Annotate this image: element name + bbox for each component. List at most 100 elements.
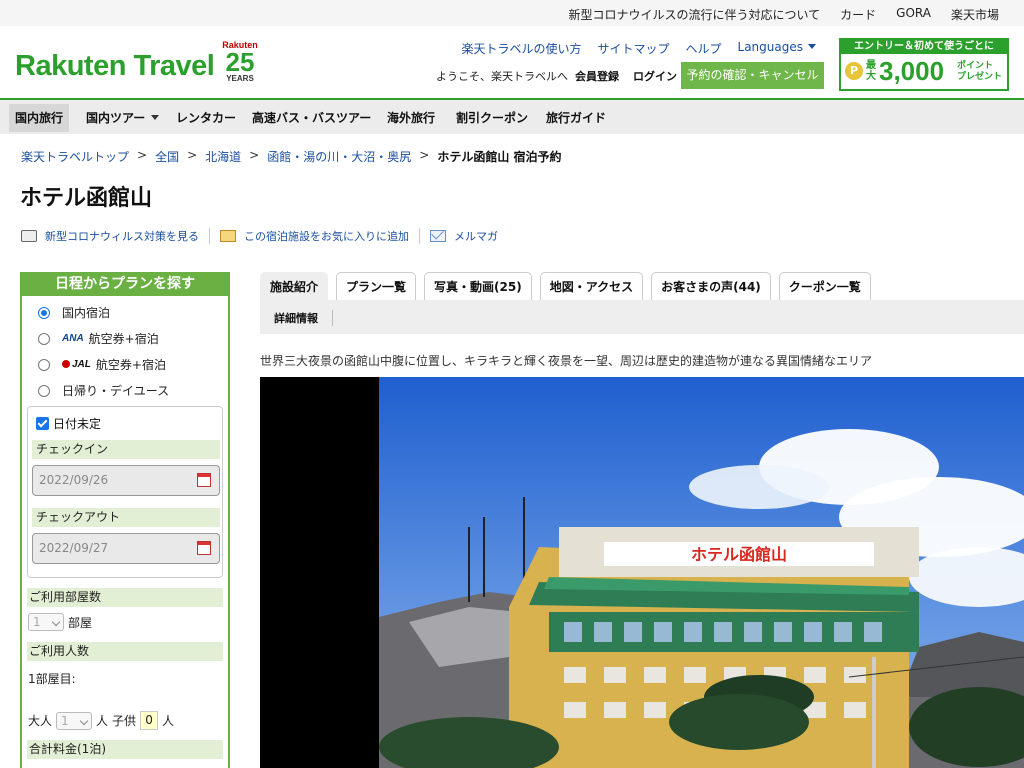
calendar-icon[interactable] bbox=[197, 473, 211, 487]
breadcrumb-separator: > bbox=[137, 148, 148, 162]
covid-notice-link[interactable]: 新型コロナウイルスの流行に伴う対応について bbox=[559, 6, 831, 23]
subtab-bar: 詳細情報 bbox=[260, 300, 1024, 334]
rakuten-travel-logo[interactable]: Rakuten Travel bbox=[15, 50, 215, 83]
sitemap-link[interactable]: サイトマップ bbox=[589, 40, 677, 57]
covid-measures-link[interactable]: 新型コロナウィルス対策を見る bbox=[21, 228, 210, 244]
radio-label: 航空券+宿泊 bbox=[95, 358, 166, 372]
anniversary-25-logo: Rakuten 25 YEARS bbox=[222, 40, 258, 88]
help-link[interactable]: ヘルプ bbox=[678, 40, 730, 57]
breadcrumb-separator: > bbox=[419, 148, 430, 162]
newsletter-link[interactable]: メルマガ bbox=[420, 228, 508, 244]
promo-points: ポイント プレゼント bbox=[957, 61, 1003, 82]
rooms-unit: 部屋 bbox=[68, 615, 93, 630]
plan-search-sidebar: 日程からプランを探す 国内宿泊 ANA 航空券+宿泊 JAL 航空券+宿泊 日帰… bbox=[20, 272, 230, 768]
people-label: ご利用人数 bbox=[27, 642, 223, 661]
radio-label: 航空券+宿泊 bbox=[88, 332, 159, 346]
checkin-date-value: 2022/09/26 bbox=[39, 473, 109, 487]
mail-icon bbox=[430, 230, 446, 242]
printer-icon bbox=[21, 230, 37, 242]
adult-label: 大人 bbox=[28, 714, 53, 728]
global-nav: 国内旅行 国内ツアー レンタカー 高速バス・バスツアー 海外旅行 割引クーポン … bbox=[0, 98, 1024, 134]
anniv-number: 25 bbox=[225, 47, 255, 77]
card-link[interactable]: カード bbox=[830, 6, 886, 23]
promo-headline: エントリー＆初めて使うごとに bbox=[841, 40, 1007, 54]
breadcrumb-hokkaido[interactable]: 北海道 bbox=[205, 148, 241, 165]
nav-highway-bus[interactable]: 高速バス・バスツアー bbox=[246, 104, 377, 132]
how-to-use-link[interactable]: 楽天トラベルの使い方 bbox=[453, 40, 589, 57]
nav-travel-guide[interactable]: 旅行ガイド bbox=[540, 104, 612, 132]
nav-domestic-travel[interactable]: 国内旅行 bbox=[9, 104, 70, 132]
radio-jal-flight-stay[interactable]: JAL 航空券+宿泊 bbox=[38, 356, 166, 373]
date-undecided-label: 日付未定 bbox=[53, 417, 102, 431]
radio-button[interactable] bbox=[38, 358, 50, 371]
date-undecided-checkbox[interactable]: 日付未定 bbox=[36, 415, 101, 432]
tab-facility-intro[interactable]: 施設紹介 bbox=[260, 272, 329, 300]
breadcrumb-separator: > bbox=[187, 148, 198, 162]
radio-label: 日帰り・デイユース bbox=[62, 384, 170, 398]
radio-ana-flight-stay[interactable]: ANA 航空券+宿泊 bbox=[38, 330, 159, 347]
calendar-icon[interactable] bbox=[197, 541, 211, 555]
checkout-date-input[interactable]: 2022/09/27 bbox=[32, 533, 220, 564]
radio-button[interactable] bbox=[38, 384, 50, 397]
hotel-main-photo[interactable]: ホテル函館山 bbox=[260, 377, 1024, 768]
tab-plan-list[interactable]: プラン一覧 bbox=[336, 272, 417, 300]
rooms-select[interactable]: 1 bbox=[28, 613, 64, 631]
checkout-label: チェックアウト bbox=[32, 508, 220, 527]
tab-coupons[interactable]: クーポン一覧 bbox=[778, 272, 871, 300]
points-promo-banner[interactable]: エントリー＆初めて使うごとに P 最大 3,000 ポイント プレゼント bbox=[839, 38, 1009, 91]
breadcrumb-top[interactable]: 楽天トラベルトップ bbox=[21, 148, 129, 165]
utility-bar: 新型コロナウイルスの流行に伴う対応について カード GORA 楽天市場 bbox=[0, 0, 1024, 26]
promo-amount: 3,000 bbox=[879, 56, 945, 86]
checkin-label: チェックイン bbox=[32, 440, 220, 459]
tab-map-access[interactable]: 地図・アクセス bbox=[539, 272, 644, 300]
languages-dropdown[interactable]: Languages bbox=[730, 40, 824, 57]
folder-icon bbox=[220, 230, 236, 242]
people-row: 大人 1 人 子供 0 人 bbox=[28, 711, 174, 730]
welcome-text: ようこそ、楽天トラベルへ bbox=[436, 70, 568, 83]
nav-discount-coupon[interactable]: 割引クーポン bbox=[450, 104, 534, 132]
checkin-date-input[interactable]: 2022/09/26 bbox=[32, 465, 220, 496]
rooms-label: ご利用部屋数 bbox=[27, 588, 223, 607]
radio-label: 国内宿泊 bbox=[62, 306, 111, 320]
radio-day-use[interactable]: 日帰り・デイユース bbox=[38, 382, 169, 399]
hotel-sign: ホテル函館山 bbox=[691, 545, 787, 564]
tab-reviews[interactable]: お客さまの声(44) bbox=[651, 272, 771, 300]
checkbox-checked[interactable] bbox=[36, 417, 49, 430]
subtab-details[interactable]: 詳細情報 bbox=[274, 310, 333, 326]
nav-domestic-tour[interactable]: 国内ツアー bbox=[80, 104, 165, 132]
nav-overseas-travel[interactable]: 海外旅行 bbox=[381, 104, 441, 132]
radio-domestic-stay[interactable]: 国内宿泊 bbox=[38, 304, 110, 321]
header-links: 楽天トラベルの使い方 サイトマップ ヘルプ Languages bbox=[453, 40, 824, 57]
date-selection-box: 日付未定 チェックイン 2022/09/26 チェックアウト 2022/09/2… bbox=[27, 406, 223, 578]
anniv-years: YEARS bbox=[226, 74, 254, 83]
adult-unit: 人 bbox=[96, 714, 109, 728]
facility-tabs: 施設紹介 プラン一覧 写真・動画(25) 地図・アクセス お客さまの声(44) … bbox=[260, 272, 879, 300]
add-favorite-link[interactable]: この宿泊施設をお気に入りに追加 bbox=[210, 228, 420, 244]
hotel-photo-image: ホテル函館山 bbox=[379, 377, 1024, 768]
room1-label: 1部屋目: bbox=[28, 672, 76, 686]
login-link[interactable]: ログイン bbox=[633, 68, 677, 84]
child-count[interactable]: 0 bbox=[140, 711, 159, 730]
child-unit: 人 bbox=[162, 714, 175, 728]
radio-button[interactable] bbox=[38, 332, 50, 345]
check-cancel-reservation-button[interactable]: 予約の確認・キャンセル bbox=[681, 62, 824, 89]
rakuten-ichiba-link[interactable]: 楽天市場 bbox=[941, 6, 1009, 23]
site-header: Rakuten Travel Rakuten 25 YEARS 楽天トラベルの使… bbox=[0, 26, 1024, 98]
breadcrumb-current: ホテル函館山 宿泊予約 bbox=[437, 150, 562, 164]
breadcrumb-area[interactable]: 函館・湯の川・大沼・奥尻 bbox=[267, 148, 411, 165]
sidebar-title: 日程からプランを探す bbox=[22, 272, 228, 296]
child-label: 子供 bbox=[112, 714, 137, 728]
jal-logo: JAL bbox=[62, 359, 91, 370]
point-coin-icon: P bbox=[845, 62, 863, 80]
nav-rental-car[interactable]: レンタカー bbox=[170, 104, 242, 132]
checkout-date-value: 2022/09/27 bbox=[39, 541, 109, 555]
utility-links: 新型コロナウイルスの流行に伴う対応について カード GORA 楽天市場 bbox=[559, 6, 1010, 23]
gora-link[interactable]: GORA bbox=[886, 6, 941, 23]
tab-photos-videos[interactable]: 写真・動画(25) bbox=[424, 272, 532, 300]
breadcrumb-nationwide[interactable]: 全国 bbox=[155, 148, 179, 165]
ana-logo: ANA bbox=[62, 333, 84, 344]
radio-button-selected[interactable] bbox=[38, 306, 50, 319]
member-register-link[interactable]: 会員登録 bbox=[575, 68, 619, 84]
adult-select[interactable]: 1 bbox=[56, 711, 93, 730]
covid-measures-label: 新型コロナウィルス対策を見る bbox=[45, 230, 199, 243]
